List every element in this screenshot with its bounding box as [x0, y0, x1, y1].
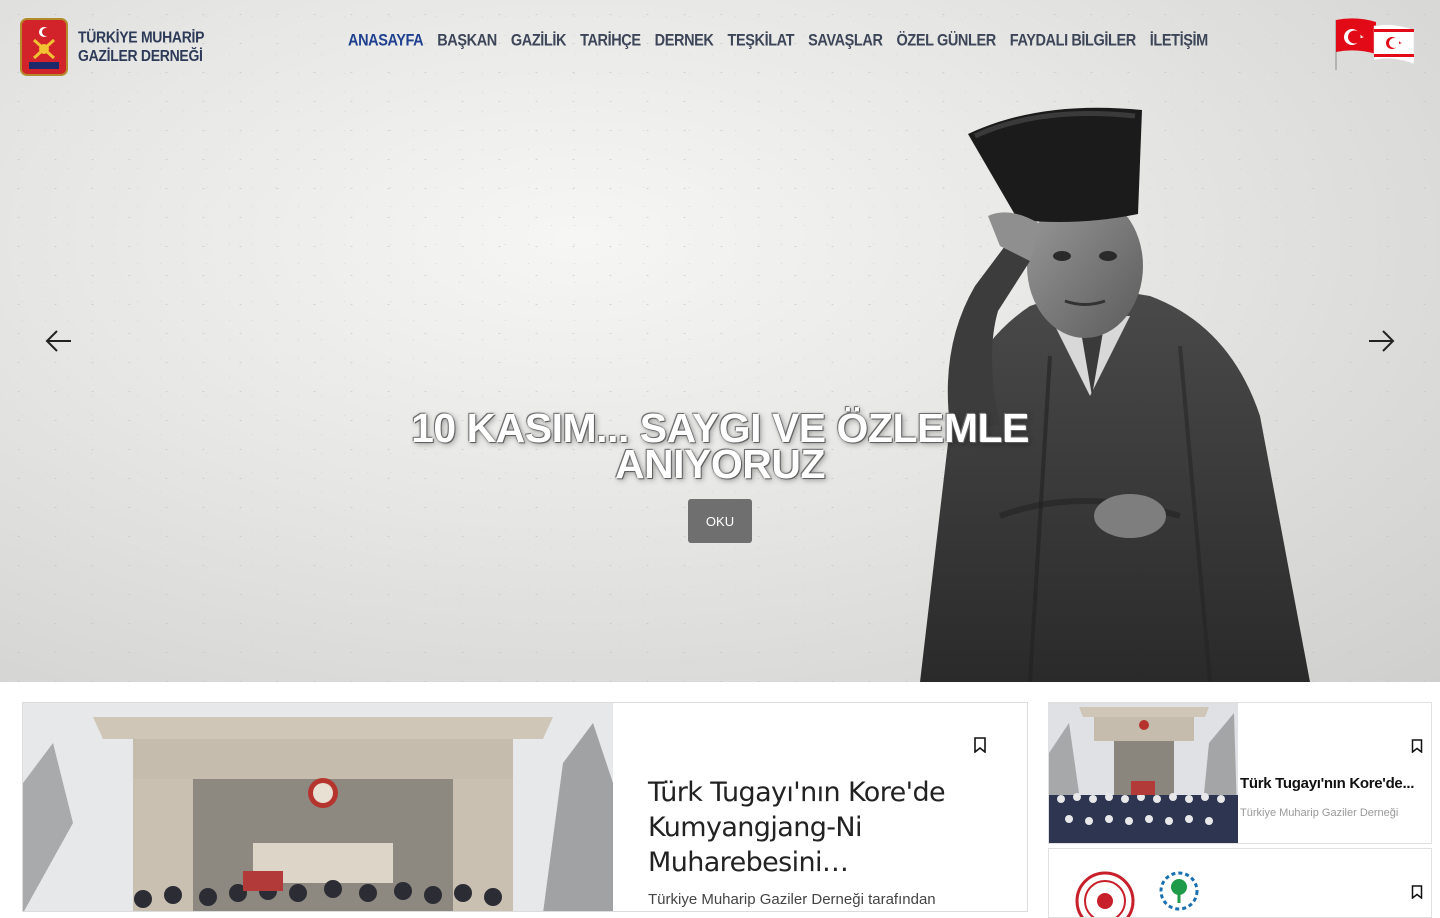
hero-read-button[interactable]: OKU: [688, 499, 752, 543]
nav-item-ozel-gunler[interactable]: ÖZEL GÜNLER: [897, 32, 997, 50]
tree-logo-icon: [1159, 871, 1199, 911]
association-emblem-logo[interactable]: [20, 18, 68, 76]
nav-item-teskilat[interactable]: TEŞKİLAT: [728, 32, 795, 50]
side-article-card-2[interactable]: [1048, 848, 1432, 918]
side-article-author: Türkiye Muharip Gaziler Derneği: [1240, 807, 1399, 819]
slider-prev-arrow-icon[interactable]: [44, 326, 74, 356]
nav-item-faydali-bilgiler[interactable]: FAYDALI BİLGİLER: [1010, 32, 1136, 50]
side-article-card[interactable]: Türk Tugayı'nın Kore'de... Türkiye Muhar…: [1048, 702, 1432, 844]
bookmark-icon[interactable]: [973, 737, 987, 753]
hero-slider: TÜRKİYE MUHARİP GAZİLER DERNEĞİ ANASAYFA…: [0, 0, 1440, 682]
nav-item-iletisim[interactable]: İLETİŞİM: [1150, 32, 1208, 50]
nav-item-baskan[interactable]: BAŞKAN: [437, 32, 497, 50]
nav-item-tarihce[interactable]: TARİHÇE: [580, 32, 641, 50]
nav-item-gazilik[interactable]: GAZİLİK: [511, 32, 567, 50]
bookmark-icon[interactable]: [1411, 739, 1423, 753]
brand-line-1: TÜRKİYE MUHARİP: [78, 28, 205, 46]
side-article-title[interactable]: Türk Tugayı'nın Kore'de...: [1240, 775, 1420, 792]
nav-item-savaslar[interactable]: SAVAŞLAR: [808, 32, 883, 50]
slider-next-arrow-icon[interactable]: [1366, 326, 1396, 356]
hero-portrait-image: [920, 107, 1310, 682]
site-header: TÜRKİYE MUHARİP GAZİLER DERNEĞİ ANASAYFA…: [0, 0, 1440, 90]
featured-article-title[interactable]: Türk Tugayı'nın Kore'de Kumyangjang-Ni M…: [648, 775, 978, 880]
featured-article-image[interactable]: [23, 703, 613, 912]
turkey-trnc-flags-icon: [1335, 18, 1415, 70]
brand-line-2: GAZİLER DERNEĞİ: [78, 46, 203, 65]
ministry-seal-icon: [1075, 871, 1135, 917]
site-brand-name[interactable]: TÜRKİYE MUHARİP GAZİLER DERNEĞİ: [78, 28, 218, 65]
nav-item-dernek[interactable]: DERNEK: [655, 32, 714, 50]
main-navigation: ANASAYFA BAŞKAN GAZİLİK TARİHÇE DERNEK T…: [348, 32, 1222, 50]
hero-slide-title: 10 KASIM... SAYGI VE ÖZLEMLE ANIYORUZ: [380, 408, 1060, 487]
nav-item-anasayfa[interactable]: ANASAYFA: [348, 32, 424, 50]
bookmark-icon[interactable]: [1411, 885, 1423, 899]
featured-article-card[interactable]: Türk Tugayı'nın Kore'de Kumyangjang-Ni M…: [22, 702, 1028, 912]
side-article-image[interactable]: [1049, 703, 1238, 844]
hero-title-line-2: ANIYORUZ: [614, 441, 826, 487]
